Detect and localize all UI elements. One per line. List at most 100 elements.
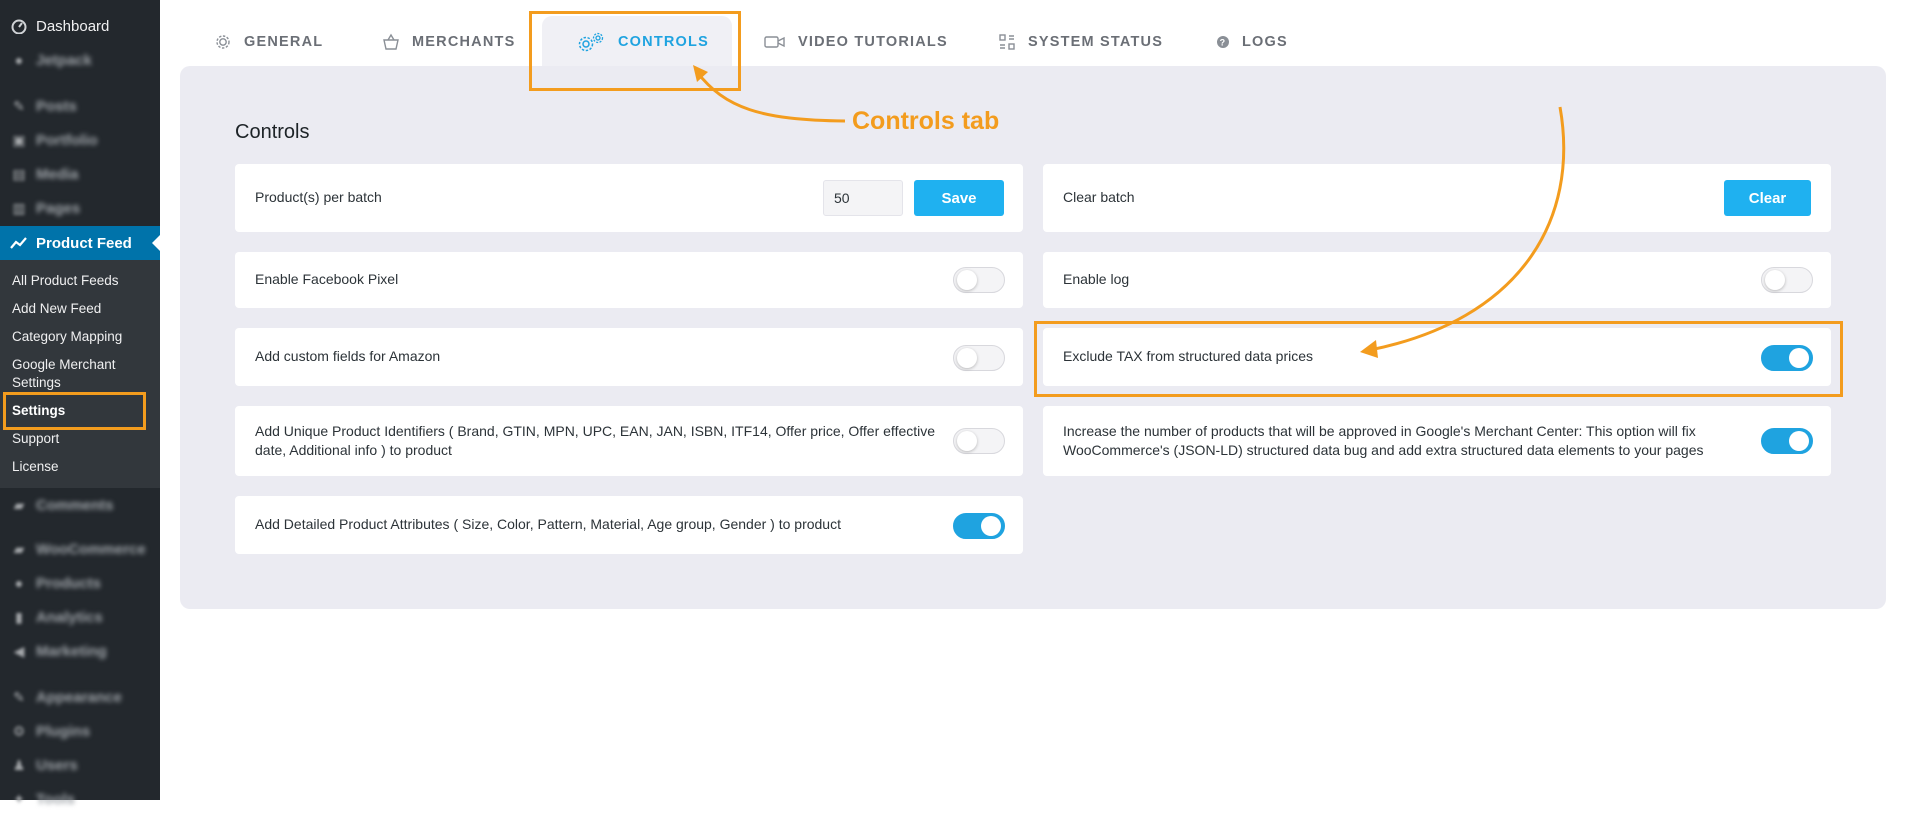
question-icon: ? bbox=[1216, 35, 1230, 49]
annotation-highlight-exclude-tax bbox=[1034, 321, 1843, 397]
sidebar-item-comments[interactable]: ▰ Comments bbox=[0, 488, 160, 522]
submenu-category-mapping[interactable]: Category Mapping bbox=[12, 328, 122, 346]
sidebar-item-appearance[interactable]: ✎ Appearance bbox=[0, 680, 160, 714]
detailed-attributes-toggle[interactable] bbox=[953, 513, 1005, 539]
structured-data-fix-card: Increase the number of products that wil… bbox=[1043, 406, 1831, 476]
sidebar-label: Pages bbox=[36, 199, 81, 217]
tab-general[interactable]: GENERAL bbox=[214, 22, 323, 62]
tab-label: SYSTEM STATUS bbox=[1028, 34, 1164, 50]
media-icon: ▤ bbox=[12, 165, 26, 182]
sidebar-label: Analytics bbox=[36, 608, 103, 626]
sidebar-item-users[interactable]: ♟ Users bbox=[0, 748, 160, 782]
toggle-knob bbox=[981, 516, 1001, 536]
sidebar-label: Appearance bbox=[36, 688, 122, 706]
label-line2: WooCommerce's (JSON-LD) structured data … bbox=[1063, 442, 1704, 458]
submenu-label-line1: Google Merchant bbox=[12, 357, 116, 372]
detailed-attributes-card: Add Detailed Product Attributes ( Size, … bbox=[235, 496, 1023, 554]
sidebar-item-posts[interactable]: ✎ Posts bbox=[0, 89, 160, 123]
tab-label: VIDEO TUTORIALS bbox=[798, 34, 948, 50]
unique-identifiers-label: Add Unique Product Identifiers ( Brand, … bbox=[255, 422, 935, 460]
facebook-pixel-toggle[interactable] bbox=[953, 267, 1005, 293]
wrench-icon: ✦ bbox=[13, 790, 25, 807]
megaphone-icon: ◀ bbox=[13, 642, 25, 659]
sidebar-item-analytics[interactable]: ▮ Analytics bbox=[0, 600, 160, 634]
label-line1: Add Unique Product Identifiers ( Brand, … bbox=[255, 423, 936, 439]
facebook-pixel-card: Enable Facebook Pixel bbox=[235, 252, 1023, 308]
clear-batch-card: Clear batch Clear bbox=[1043, 164, 1831, 232]
sidebar-label: Posts bbox=[36, 97, 77, 115]
structured-data-fix-toggle[interactable] bbox=[1761, 428, 1813, 454]
sidebar-label: Plugins bbox=[36, 722, 91, 740]
tab-label: MERCHANTS bbox=[412, 34, 516, 50]
sidebar-label: Tools bbox=[36, 790, 75, 808]
sidebar-label: Dashboard bbox=[36, 17, 110, 35]
toggle-knob bbox=[957, 270, 977, 290]
save-button[interactable]: Save bbox=[914, 180, 1004, 216]
annotation-highlight-controls-tab bbox=[529, 11, 741, 91]
basket-icon bbox=[382, 33, 400, 51]
label-line1: Increase the number of products that wil… bbox=[1063, 423, 1696, 439]
sidebar-item-pages[interactable]: ▥ Pages bbox=[0, 191, 160, 225]
sidebar-label: Comments bbox=[36, 496, 114, 514]
gear-icon bbox=[214, 33, 232, 51]
sidebar-label: Portfolio bbox=[36, 131, 98, 149]
pages-icon: ▥ bbox=[12, 199, 26, 216]
pin-icon: ✎ bbox=[13, 97, 25, 114]
enable-log-toggle[interactable] bbox=[1761, 267, 1813, 293]
sidebar-label: Products bbox=[36, 574, 102, 592]
amazon-fields-label: Add custom fields for Amazon bbox=[255, 348, 441, 364]
sidebar-item-woocommerce[interactable]: ▰ WooCommerce bbox=[0, 532, 160, 566]
plug-icon: ⚙ bbox=[12, 722, 26, 739]
chart-line-icon bbox=[10, 234, 28, 252]
sidebar-label: Users bbox=[36, 756, 78, 774]
amazon-fields-toggle[interactable] bbox=[953, 345, 1005, 371]
structured-data-fix-label: Increase the number of products that wil… bbox=[1063, 422, 1704, 460]
svg-text:?: ? bbox=[1220, 38, 1227, 48]
detailed-attributes-label: Add Detailed Product Attributes ( Size, … bbox=[255, 516, 841, 532]
sidebar-item-portfolio[interactable]: ▣ Portfolio bbox=[0, 123, 160, 157]
sidebar-item-plugins[interactable]: ⚙ Plugins bbox=[0, 714, 160, 748]
enable-log-card: Enable log bbox=[1043, 252, 1831, 308]
video-camera-icon bbox=[764, 34, 786, 50]
submenu-add-new-feed[interactable]: Add New Feed bbox=[12, 300, 101, 318]
clear-button[interactable]: Clear bbox=[1724, 180, 1811, 216]
toggle-knob bbox=[957, 348, 977, 368]
submenu-all-product-feeds[interactable]: All Product Feeds bbox=[12, 272, 119, 290]
toggle-knob bbox=[1789, 431, 1809, 451]
facebook-pixel-label: Enable Facebook Pixel bbox=[255, 271, 399, 287]
user-icon: ♟ bbox=[12, 756, 26, 773]
sidebar-label: Product Feed bbox=[36, 234, 132, 252]
tab-merchants[interactable]: MERCHANTS bbox=[382, 22, 515, 62]
sidebar-label: Jetpack bbox=[36, 51, 92, 69]
sidebar-item-tools[interactable]: ✦ Tools bbox=[0, 782, 160, 816]
submenu-google-merchant-settings[interactable]: Google Merchant Settings bbox=[12, 356, 116, 392]
sidebar-item-marketing[interactable]: ◀ Marketing bbox=[0, 634, 160, 668]
sidebar-item-product-feed[interactable]: Product Feed bbox=[0, 226, 160, 260]
comment-icon: ▰ bbox=[13, 496, 25, 513]
annotation-label-controls-tab: Controls tab bbox=[852, 107, 1000, 135]
label-line2: date, Additional info ) to product bbox=[255, 442, 452, 458]
annotation-highlight-settings bbox=[3, 392, 146, 430]
sidebar-item-products[interactable]: ● Products bbox=[0, 566, 160, 600]
sidebar-item-dashboard[interactable]: Dashboard bbox=[0, 9, 160, 43]
batch-size-input[interactable] bbox=[823, 180, 903, 216]
unique-identifiers-toggle[interactable] bbox=[953, 428, 1005, 454]
tab-system-status[interactable]: SYSTEM STATUS bbox=[998, 22, 1163, 62]
jetpack-icon: ● bbox=[14, 52, 24, 68]
portfolio-icon: ▣ bbox=[12, 131, 26, 148]
sidebar-label: Marketing bbox=[36, 642, 107, 660]
tab-video-tutorials[interactable]: VIDEO TUTORIALS bbox=[764, 22, 948, 62]
submenu-support[interactable]: Support bbox=[12, 430, 59, 448]
batch-size-label: Product(s) per batch bbox=[255, 189, 382, 205]
page-title: Controls bbox=[235, 121, 310, 143]
amazon-fields-card: Add custom fields for Amazon bbox=[235, 328, 1023, 386]
product-feed-submenu: All Product Feeds Add New Feed Category … bbox=[0, 260, 160, 488]
tab-logs[interactable]: ? LOGS bbox=[1216, 22, 1288, 62]
batch-size-card: Product(s) per batch Save bbox=[235, 164, 1023, 232]
submenu-license[interactable]: License bbox=[12, 458, 59, 476]
toggle-knob bbox=[1765, 270, 1785, 290]
sidebar-item-media[interactable]: ▤ Media bbox=[0, 157, 160, 191]
enable-log-label: Enable log bbox=[1063, 271, 1130, 287]
sidebar-item-jetpack[interactable]: ● Jetpack bbox=[0, 43, 160, 77]
system-status-icon bbox=[998, 33, 1016, 51]
